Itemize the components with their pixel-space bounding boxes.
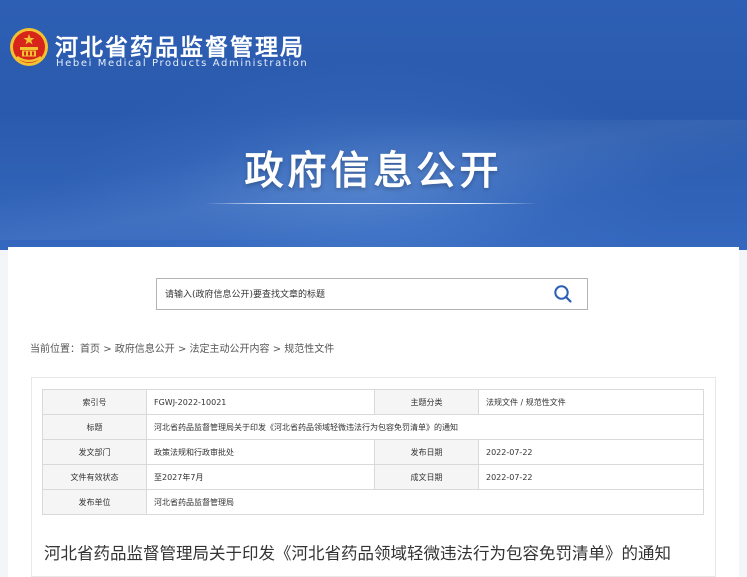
breadcrumb-prefix: 当前位置： (30, 344, 80, 355)
table-row: 发布单位 河北省药品监督管理局 (42, 489, 704, 515)
title-underline (205, 203, 538, 204)
issuer-value: 河北省药品监督管理局 (146, 489, 704, 515)
section-title: 政府信息公开 (244, 149, 503, 194)
topic-value: 法规文件 / 规范性文件 (478, 389, 704, 415)
breadcrumb-home[interactable]: 首页 (80, 344, 100, 355)
status-label: 文件有效状态 (42, 464, 147, 490)
table-row: 发文部门 政策法规和行政审批处 发布日期 2022-07-22 (42, 439, 704, 465)
document-meta-table: 索引号 FGWJ-2022-10021 主题分类 法规文件 / 规范性文件 标题… (42, 389, 704, 515)
issuer-label: 发布单位 (42, 489, 147, 515)
breadcrumb-separator: > (272, 344, 282, 355)
national-emblem-icon[interactable] (9, 27, 49, 67)
index-label: 索引号 (42, 389, 147, 415)
document-title: 河北省药品监督管理局关于印发《河北省药品领域轻微违法行为包容免罚清单》的通知 (44, 544, 671, 563)
table-row: 标题 河北省药品监督管理局关于印发《河北省药品领域轻微违法行为包容免罚清单》的通… (42, 414, 704, 440)
breadcrumb-separator: > (177, 344, 187, 355)
table-row: 索引号 FGWJ-2022-10021 主题分类 法规文件 / 规范性文件 (42, 389, 704, 415)
breadcrumb-separator: > (103, 344, 112, 355)
breadcrumb-statutory-content[interactable]: 法定主动公开内容 (190, 344, 270, 355)
table-row: 文件有效状态 至2027年7月 成文日期 2022-07-22 (42, 464, 704, 490)
dept-label: 发文部门 (42, 439, 147, 465)
search-icon[interactable] (553, 284, 573, 304)
pub-date-label: 发布日期 (374, 439, 479, 465)
header-banner: 河北省药品监督管理局 Hebei Medical Products Admini… (0, 0, 747, 250)
pub-date-value: 2022-07-22 (478, 439, 704, 465)
index-value: FGWJ-2022-10021 (146, 389, 375, 415)
search-input[interactable] (165, 285, 535, 305)
status-value: 至2027年7月 (146, 464, 375, 490)
dept-value: 政策法规和行政审批处 (146, 439, 375, 465)
site-name-english: Hebei Medical Products Administration (56, 58, 309, 69)
title-value: 河北省药品监督管理局关于印发《河北省药品领域轻微违法行为包容免罚清单》的通知 (146, 414, 704, 440)
made-date-label: 成文日期 (374, 464, 479, 490)
site-name[interactable]: 河北省药品监督管理局 (55, 28, 305, 62)
breadcrumb-gov-info[interactable]: 政府信息公开 (115, 344, 175, 355)
title-label: 标题 (42, 414, 147, 440)
search-box (156, 278, 588, 310)
breadcrumb: 当前位置：首页 > 政府信息公开 > 法定主动公开内容 > 规范性文件 (30, 340, 334, 355)
breadcrumb-normative-docs[interactable]: 规范性文件 (284, 344, 334, 355)
made-date-value: 2022-07-22 (478, 464, 704, 490)
topic-label: 主题分类 (374, 389, 479, 415)
